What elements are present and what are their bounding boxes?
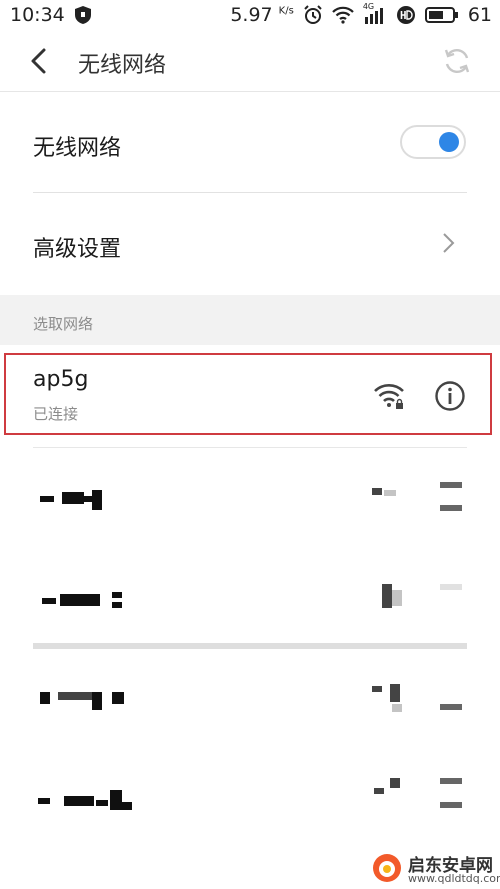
obscured-pixel-block xyxy=(440,704,462,710)
obscured-pixel-block xyxy=(372,488,382,495)
obscured-pixel-block xyxy=(440,482,462,488)
status-bar: 10:34 5.97 K/s 4G 61 xyxy=(0,0,500,32)
obscured-pixel-block xyxy=(64,796,94,806)
advanced-settings-row[interactable]: 高级设置 xyxy=(0,193,500,293)
obscured-pixel-block xyxy=(390,684,400,702)
obscured-pixel-block xyxy=(392,704,402,712)
page-title: 无线网络 xyxy=(78,53,167,78)
battery-level: 61 xyxy=(467,4,492,26)
obscured-pixel-block xyxy=(92,692,102,710)
wifi-lock-icon xyxy=(374,384,404,409)
obscured-pixel-block xyxy=(112,692,124,704)
info-icon[interactable] xyxy=(434,380,466,412)
network-name: ap5g xyxy=(33,367,89,392)
obscured-pixel-block xyxy=(110,790,122,810)
obscured-pixel-block xyxy=(374,788,384,794)
wifi-toggle-label: 无线网络 xyxy=(33,136,122,161)
signal-icon xyxy=(364,8,383,24)
network-group-divider xyxy=(33,643,467,649)
obscured-pixel-block xyxy=(40,692,50,704)
watermark: 启东安卓网 www.qdldtdq.com xyxy=(368,850,500,889)
obscured-pixel-block xyxy=(84,496,92,502)
back-arrow-icon[interactable] xyxy=(24,46,54,76)
watermark-url: www.qdldtdq.com xyxy=(408,872,500,885)
obscured-pixel-block xyxy=(112,602,122,608)
shield-icon xyxy=(74,6,91,24)
obscured-pixel-block xyxy=(42,598,56,604)
obscured-pixel-block xyxy=(384,490,396,496)
header: 无线网络 xyxy=(0,32,500,90)
networks-section-header: 选取网络 xyxy=(0,295,500,345)
obscured-pixel-block xyxy=(372,686,382,692)
obscured-pixel-block xyxy=(60,594,100,606)
network-item-obscured[interactable] xyxy=(0,550,500,650)
wifi-toggle-row[interactable]: 无线网络 xyxy=(0,92,500,192)
hd-icon xyxy=(396,6,415,24)
signal-indicator: 4G xyxy=(363,2,387,25)
toggle-knob xyxy=(439,132,459,152)
wifi-toggle-switch[interactable] xyxy=(400,125,466,159)
network-status: 已连接 xyxy=(33,405,79,423)
chevron-right-icon xyxy=(443,233,455,253)
obscured-pixel-block xyxy=(122,802,132,810)
obscured-pixel-block xyxy=(112,592,122,598)
obscured-pixel-block xyxy=(440,584,462,590)
advanced-settings-label: 高级设置 xyxy=(33,237,122,262)
battery-icon xyxy=(424,7,458,23)
obscured-pixel-block xyxy=(392,590,402,606)
alarm-icon xyxy=(304,5,322,24)
obscured-pixel-block xyxy=(390,778,400,788)
network-item-obscured[interactable] xyxy=(0,750,500,850)
obscured-pixel-block xyxy=(440,505,462,511)
obscured-pixel-block xyxy=(96,800,108,806)
network-item-connected[interactable]: ap5g 已连接 xyxy=(0,355,500,437)
obscured-pixel-block xyxy=(440,778,462,784)
obscured-pixel-block xyxy=(92,490,102,510)
network-item-obscured[interactable] xyxy=(0,650,500,750)
wifi-icon xyxy=(332,6,354,24)
network-divider xyxy=(33,447,467,448)
network-item-obscured[interactable] xyxy=(0,450,500,550)
status-time: 10:34 xyxy=(10,4,65,26)
obscured-pixel-block xyxy=(62,492,84,504)
obscured-pixel-block xyxy=(440,802,462,808)
networks-section-title: 选取网络 xyxy=(33,315,94,333)
obscured-pixel-block xyxy=(38,798,50,804)
obscured-pixel-block xyxy=(382,584,392,608)
watermark-logo-icon xyxy=(373,854,401,882)
net-speed: 5.97 K/s xyxy=(230,4,294,26)
refresh-icon[interactable] xyxy=(442,46,472,76)
obscured-pixel-block xyxy=(40,496,54,502)
